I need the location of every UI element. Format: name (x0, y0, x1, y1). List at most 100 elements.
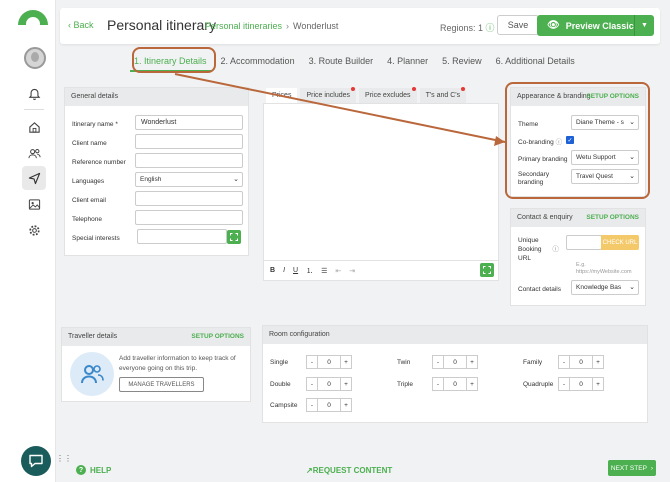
users-icon[interactable] (22, 141, 46, 165)
campsite-stepper[interactable]: -0 + (306, 398, 352, 412)
bullet-list-icon[interactable]: ☰ (321, 267, 327, 275)
manage-travellers-button[interactable]: MANAGE TRAVELLERS (119, 377, 204, 392)
room-label: Triple (397, 381, 414, 388)
plus-icon[interactable]: + (466, 377, 478, 391)
appearance-highlight (505, 82, 650, 199)
special-interests-field[interactable] (137, 229, 227, 244)
preview-button[interactable]: 👁 Preview Classic ▼ (537, 15, 654, 36)
italic-icon[interactable]: I (283, 267, 285, 274)
client-name-field[interactable] (135, 134, 243, 149)
help-link[interactable]: ? HELP (76, 465, 111, 475)
step-review[interactable]: 5. Review (438, 52, 486, 72)
next-step-button[interactable]: NEXT STEP › (608, 460, 656, 476)
plus-icon[interactable]: + (592, 355, 604, 369)
minus-icon[interactable]: - (432, 355, 444, 369)
avatar[interactable] (24, 47, 46, 69)
check-url-button[interactable]: CHECK URL (601, 235, 639, 250)
plus-icon[interactable]: + (340, 398, 352, 412)
step-accommodation[interactable]: 2. Accommodation (217, 52, 299, 72)
minus-icon[interactable]: - (558, 355, 570, 369)
editor-tabs: Prices Price includes Price excludes T's… (266, 87, 469, 103)
underline-icon[interactable]: U (293, 267, 298, 274)
campsite-value[interactable]: 0 (318, 398, 340, 412)
request-content-link[interactable]: ↗REQUEST CONTENT (306, 466, 392, 475)
back-label: Back (73, 20, 94, 30)
family-stepper[interactable]: -0 + (558, 355, 604, 369)
travellers-icon (70, 352, 114, 396)
reference-field[interactable] (135, 153, 243, 168)
chat-button[interactable] (21, 446, 51, 476)
tab-prices[interactable]: Prices (266, 88, 298, 103)
single-value[interactable]: 0 (318, 355, 340, 369)
chevron-down-icon[interactable]: ▼ (634, 15, 654, 36)
double-value[interactable]: 0 (318, 377, 340, 391)
family-value[interactable]: 0 (570, 355, 592, 369)
traveller-description: Add traveller information to keep track … (119, 354, 236, 374)
languages-select[interactable]: English ⌄ (135, 172, 243, 187)
info-icon[interactable]: ⓘ (486, 23, 495, 33)
indent-icon[interactable]: ⇥ (349, 267, 355, 275)
telephone-label: Telephone (72, 216, 102, 223)
editor-toolbar: B I U ⒈ ☰ ⇤ ⇥ (264, 260, 498, 280)
tab-terms[interactable]: T's and C's (419, 87, 467, 103)
bell-icon[interactable] (22, 82, 46, 106)
expand-icon[interactable] (227, 230, 241, 244)
quadruple-stepper[interactable]: -0 + (558, 377, 604, 391)
itinerary-name-field[interactable]: Wonderlust (135, 115, 243, 130)
contact-details-select[interactable]: Knowledge Bas ⌄ (571, 280, 639, 295)
breadcrumb-current: Wonderlust (293, 21, 339, 31)
itinerary-name-label: Itinerary name * (72, 121, 118, 128)
booking-url-field[interactable] (566, 235, 602, 250)
room-config-panel: Room configuration Single -0 + Twin -0 + F… (262, 325, 648, 423)
image-icon[interactable] (22, 192, 46, 216)
url-hint-line1: E.g. (576, 262, 586, 268)
save-button[interactable]: Save (497, 15, 539, 35)
back-link[interactable]: ‹ Back (68, 20, 94, 30)
minus-icon[interactable]: - (306, 355, 318, 369)
client-email-field[interactable] (135, 191, 243, 206)
plus-icon[interactable]: + (340, 355, 352, 369)
triple-value[interactable]: 0 (444, 377, 466, 391)
twin-value[interactable]: 0 (444, 355, 466, 369)
step-additional-details[interactable]: 6. Additional Details (492, 52, 579, 72)
plus-icon[interactable]: + (340, 377, 352, 391)
expand-icon[interactable] (480, 263, 494, 277)
request-label: REQUEST CONTENT (312, 466, 393, 475)
contact-heading-label: Contact & enquiry (517, 214, 573, 221)
alert-dot (411, 87, 416, 91)
traveller-text-line2: everyone going on this trip. (119, 365, 198, 372)
send-icon[interactable] (22, 166, 46, 190)
rich-text-editor[interactable]: B I U ⒈ ☰ ⇤ ⇥ (263, 103, 499, 281)
bold-icon[interactable]: B (270, 267, 275, 274)
outdent-icon[interactable]: ⇤ (335, 267, 341, 275)
minus-icon[interactable]: - (306, 398, 318, 412)
home-icon[interactable] (22, 115, 46, 139)
twin-stepper[interactable]: -0 + (432, 355, 478, 369)
tab-price-includes[interactable]: Price includes (300, 87, 357, 103)
double-stepper[interactable]: -0 + (306, 377, 352, 391)
plus-icon[interactable]: + (466, 355, 478, 369)
general-details-heading: General details (65, 88, 248, 106)
url-label-line3: URL (518, 255, 532, 262)
minus-icon[interactable]: - (306, 377, 318, 391)
minus-icon[interactable]: - (432, 377, 444, 391)
traveller-setup-link[interactable]: SETUP OPTIONS (191, 333, 244, 340)
room-label: Campsite (270, 402, 298, 409)
gear-icon[interactable] (22, 218, 46, 242)
telephone-field[interactable] (135, 210, 243, 225)
triple-stepper[interactable]: -0 + (432, 377, 478, 391)
quadruple-value[interactable]: 0 (570, 377, 592, 391)
tab-terms-label: T's and C's (425, 92, 461, 99)
logo[interactable] (18, 10, 48, 25)
step-planner[interactable]: 4. Planner (383, 52, 432, 72)
minus-icon[interactable]: - (558, 377, 570, 391)
tab-price-excludes[interactable]: Price excludes (359, 87, 417, 103)
step-route-builder[interactable]: 3. Route Builder (305, 52, 378, 72)
info-icon[interactable]: ⓘ (552, 246, 559, 253)
ordered-list-icon[interactable]: ⒈ (306, 266, 313, 276)
contact-setup-link[interactable]: SETUP OPTIONS (586, 214, 639, 221)
plus-icon[interactable]: + (592, 377, 604, 391)
single-stepper[interactable]: -0 + (306, 355, 352, 369)
breadcrumb-link[interactable]: Personal itineraries (205, 21, 282, 31)
regions-label: Regions: 1 (440, 23, 484, 33)
